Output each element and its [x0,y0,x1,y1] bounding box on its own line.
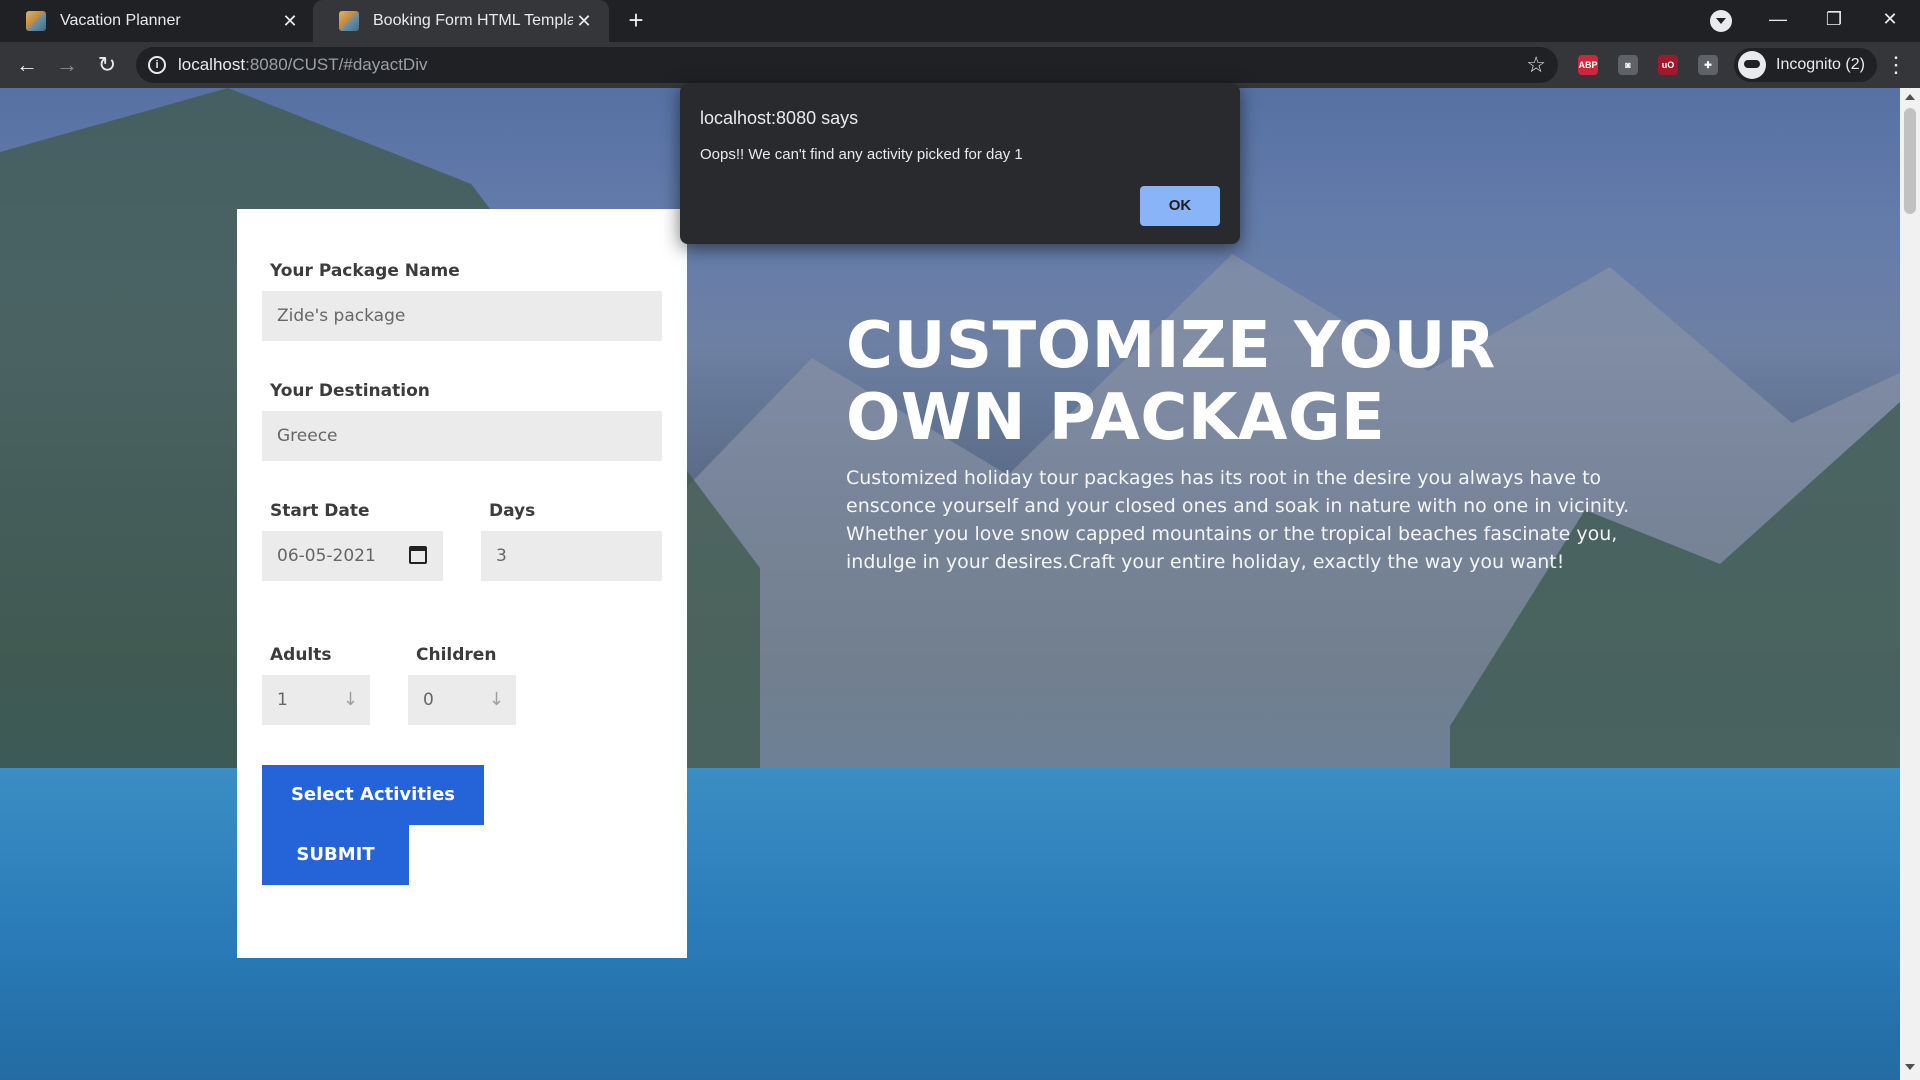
hero-description: Customized holiday tour packages has its… [846,467,1630,573]
package-name-input[interactable]: Zide's package [262,291,662,341]
days-label: Days [489,501,536,521]
bookmark-star-icon[interactable]: ☆ [1526,52,1546,78]
hero-title-line-1: CUSTOMIZE YOUR [846,309,1496,383]
scroll-up-icon[interactable] [1905,94,1915,100]
arrow-down-icon: ↓ [342,689,358,710]
ublock-icon[interactable]: uO [1658,55,1678,75]
alert-dialog: localhost:8080 says Oops!! We can't find… [680,84,1240,244]
dialog-title: localhost:8080 says [700,108,859,128]
page-scrollbar[interactable] [1900,88,1920,1080]
arrow-down-icon: ↓ [488,689,504,710]
days-input[interactable]: 3 [481,531,662,581]
destination-input[interactable]: Greece [262,411,662,461]
camera-icon[interactable]: ◙ [1618,55,1638,75]
browser-toolbar: ← → ↻ i localhost:8080/CUST/#dayactDiv ☆… [0,42,1920,88]
tab-search-icon[interactable] [1710,10,1732,32]
start-date-input[interactable]: 06-05-2021 [262,531,443,581]
hero-title-line-2: OWN PACKAGE [846,381,1386,455]
hero-title: CUSTOMIZE YOUR OWN PACKAGE [846,310,1666,454]
incognito-icon [1738,51,1766,79]
tab-booking-form[interactable]: Booking Form HTML Template ✕ [313,0,609,42]
incognito-label: Incognito (2) [1776,56,1865,73]
dialog-message: Oops!! We can't find any activity picked… [700,146,1023,163]
adults-select[interactable]: 1 ↓ [262,675,370,725]
adults-value: 1 [277,690,288,710]
puzzle-icon[interactable]: ✚ [1698,55,1718,75]
scrollbar-thumb[interactable] [1904,108,1916,214]
minimize-button[interactable]: — [1750,0,1806,40]
incognito-profile-button[interactable]: Incognito (2) [1734,48,1877,82]
site-favicon-icon [339,11,359,31]
tab-close-icon[interactable]: ✕ [573,11,595,32]
tab-title: Vacation Planner [60,12,181,29]
site-favicon-icon [26,11,46,31]
children-select[interactable]: 0 ↓ [408,675,516,725]
children-value: 0 [423,690,434,710]
browser-menu-icon[interactable]: ⋮ [1884,50,1908,80]
calendar-icon[interactable] [409,546,427,564]
select-activities-button[interactable]: Select Activities [262,765,484,825]
new-tab-button[interactable]: + [622,6,650,34]
abp-icon[interactable]: ABP [1578,55,1598,75]
adults-label: Adults [270,645,332,665]
tab-close-icon[interactable]: ✕ [279,11,301,32]
children-label: Children [416,645,497,665]
tab-strip: Vacation Planner ✕ Booking Form HTML Tem… [0,0,1920,42]
reload-icon[interactable]: ↻ [91,49,123,81]
url-path: :8080/CUST/#dayactDiv [245,55,428,74]
back-arrow-icon[interactable]: ← [11,49,43,81]
url-text[interactable]: localhost:8080/CUST/#dayactDiv [178,55,427,75]
dialog-ok-button[interactable]: OK [1140,186,1220,226]
start-date-value: 06-05-2021 [277,546,376,566]
site-info-icon[interactable]: i [148,56,166,74]
forward-arrow-icon[interactable]: → [51,49,83,81]
tab-vacation-planner[interactable]: Vacation Planner ✕ [0,0,315,42]
scroll-down-icon[interactable] [1905,1064,1915,1070]
tab-title: Booking Form HTML Template [373,12,573,29]
package-name-label: Your Package Name [270,261,460,281]
restore-button[interactable]: ❐ [1806,0,1862,40]
booking-form: Your Package Name Zide's package Your De… [237,209,687,958]
submit-button[interactable]: SUBMIT [262,825,409,885]
destination-label: Your Destination [270,381,430,401]
url-host: localhost [178,55,246,74]
start-date-label: Start Date [270,501,370,521]
address-bar[interactable]: i localhost:8080/CUST/#dayactDiv ☆ [136,47,1558,83]
window-close-button[interactable]: ✕ [1862,0,1918,40]
